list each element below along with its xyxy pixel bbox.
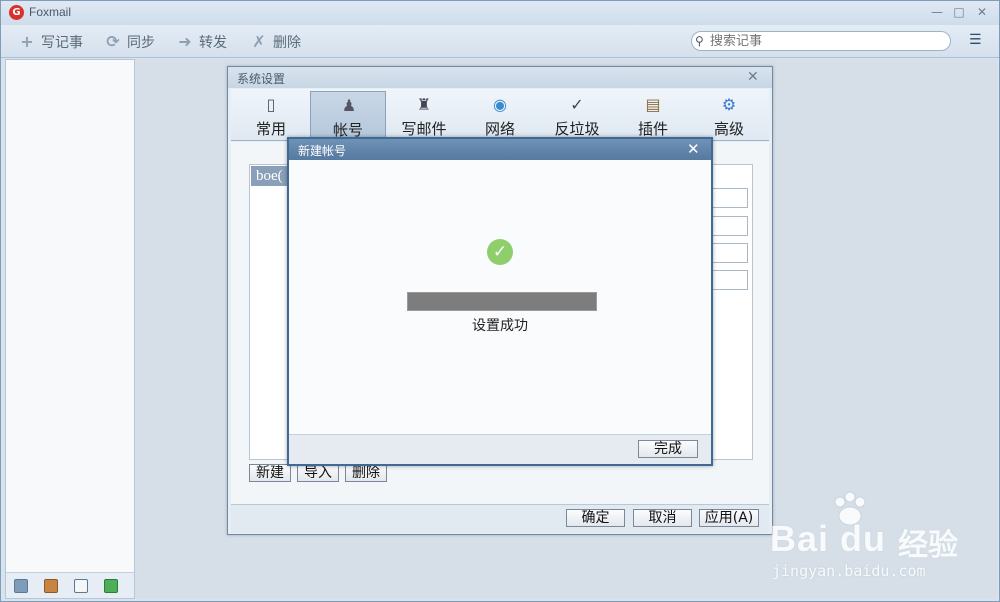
- write-note-button[interactable]: + 写记事: [17, 31, 83, 53]
- progress-bar: [407, 292, 597, 311]
- title-bar: G Foxmail — □ ✕: [1, 1, 999, 25]
- settings-footer: 确定 取消 应用(A): [231, 504, 769, 533]
- success-check-icon: ✓: [487, 239, 513, 265]
- new-account-title-bar: 新建帐号 ✕: [289, 139, 711, 160]
- new-account-close-icon[interactable]: ✕: [687, 140, 700, 158]
- account-icon: ♟: [341, 96, 357, 115]
- watermark-brand: Bai du: [770, 518, 887, 559]
- tab-compose[interactable]: ♜ 写邮件: [386, 91, 462, 139]
- cancel-button[interactable]: 取消: [633, 509, 692, 527]
- account-field[interactable]: [712, 270, 748, 290]
- write-note-label: 写记事: [41, 35, 83, 51]
- menu-list-icon[interactable]: ☰: [969, 33, 985, 47]
- delete-icon: ✗: [252, 32, 266, 51]
- ok-button[interactable]: 确定: [566, 509, 625, 527]
- maximize-icon[interactable]: □: [951, 5, 967, 19]
- network-globe-icon: ◉: [493, 95, 507, 114]
- notes-icon[interactable]: [104, 579, 118, 593]
- tab-network[interactable]: ◉ 网络: [462, 91, 538, 139]
- sidebar-bottom-bar: [6, 572, 134, 598]
- new-account-footer: 完成: [289, 434, 711, 464]
- tab-advanced-label: 高级: [713, 120, 744, 138]
- tab-antispam-label: 反垃圾: [554, 120, 600, 138]
- tab-plugins[interactable]: ▤ 插件: [615, 91, 691, 139]
- status-text: 设置成功: [472, 318, 528, 334]
- tab-general[interactable]: ▯ 常用: [233, 91, 309, 139]
- settings-tabs: ▯ 常用 ♟ 帐号 ♜ 写邮件 ◉ 网络 ✓ 反垃圾 ▤ 插件 ⚙ 高级: [231, 89, 769, 141]
- tab-general-label: 常用: [255, 120, 286, 138]
- import-account-button[interactable]: 导入: [297, 464, 339, 482]
- forward-label: 转发: [199, 35, 227, 51]
- apply-button[interactable]: 应用(A): [699, 509, 759, 527]
- tab-compose-label: 写邮件: [401, 120, 447, 138]
- general-icon: ▯: [266, 95, 276, 114]
- search-input[interactable]: [710, 33, 942, 49]
- delete-label: 删除: [273, 35, 301, 51]
- delete-account-button[interactable]: 删除: [345, 464, 387, 482]
- plus-icon: +: [20, 32, 34, 51]
- tab-advanced[interactable]: ⚙ 高级: [691, 91, 767, 139]
- sync-label: 同步: [127, 35, 155, 51]
- close-icon[interactable]: ✕: [974, 5, 990, 19]
- account-field[interactable]: [712, 216, 748, 236]
- search-icon: ⚲: [695, 34, 704, 48]
- antispam-shield-icon: ✓: [570, 95, 584, 114]
- tab-plugins-label: 插件: [637, 120, 668, 138]
- new-account-button[interactable]: 新建: [249, 464, 291, 482]
- tab-account[interactable]: ♟ 帐号: [310, 91, 386, 139]
- new-account-dialog: 新建帐号 ✕ ✓ 设置成功 完成: [287, 137, 713, 466]
- search-box[interactable]: ⚲: [691, 31, 951, 51]
- account-field[interactable]: [712, 188, 748, 208]
- watermark-brand-cn: 经验: [898, 528, 958, 563]
- watermark-url: jingyan.baidu.com: [772, 562, 926, 580]
- plugin-box-icon: ▤: [645, 95, 661, 114]
- tab-network-label: 网络: [484, 120, 515, 138]
- settings-title-bar: 系统设置 ✕: [228, 67, 772, 88]
- finish-button[interactable]: 完成: [638, 440, 698, 458]
- mail-icon[interactable]: [14, 579, 28, 593]
- app-title: Foxmail: [29, 5, 72, 19]
- settings-close-icon[interactable]: ✕: [747, 69, 759, 85]
- forward-button[interactable]: ➜ 转发: [175, 31, 227, 53]
- settings-title: 系统设置: [237, 72, 286, 86]
- foxmail-logo-icon: G: [9, 5, 24, 20]
- sync-icon: ⟳: [106, 32, 120, 51]
- compose-icon: ♜: [416, 95, 432, 114]
- progress-bar-fill: [408, 293, 596, 310]
- advanced-gear-icon: ⚙: [721, 95, 737, 114]
- account-field[interactable]: [712, 243, 748, 263]
- baidu-watermark: Bai du 经验 jingyan.baidu.com: [770, 490, 990, 590]
- calendar-icon[interactable]: [74, 579, 88, 593]
- minimize-icon[interactable]: —: [929, 5, 945, 19]
- new-account-title: 新建帐号: [298, 144, 347, 158]
- forward-arrow-icon: ➜: [178, 32, 192, 51]
- delete-button[interactable]: ✗ 删除: [249, 31, 301, 53]
- tab-antispam[interactable]: ✓ 反垃圾: [539, 91, 615, 139]
- sync-button[interactable]: ⟳ 同步: [103, 31, 155, 53]
- contacts-icon[interactable]: [44, 579, 58, 593]
- sidebar: [5, 59, 135, 599]
